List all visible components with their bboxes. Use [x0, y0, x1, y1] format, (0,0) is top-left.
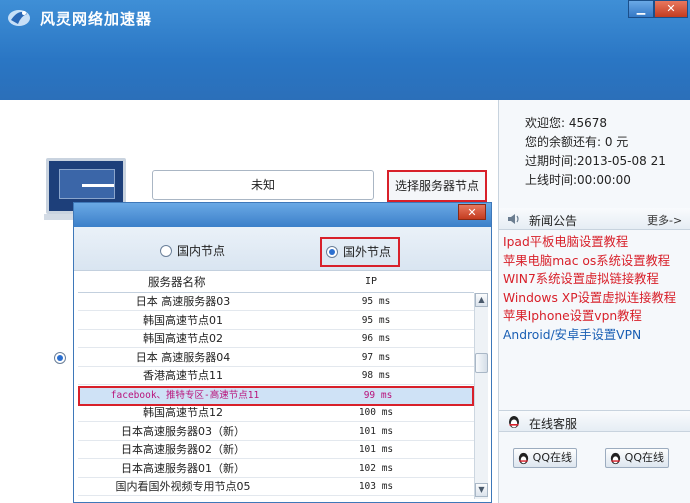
- server-name: 韩国高速节点01: [143, 313, 223, 327]
- qq-icon: [518, 452, 529, 465]
- server-name: 日本高速服务器02（新）: [121, 443, 245, 456]
- server-latency: 95 ms: [361, 314, 391, 326]
- server-name: 韩国高速节点02: [143, 332, 223, 345]
- monitor-bar: [82, 184, 114, 187]
- server-row[interactable]: 日本高速服务器01（新） 102 ms: [78, 460, 474, 478]
- server-latency: 103 ms: [358, 481, 394, 492]
- server-table-header: 服务器名称 IP: [78, 271, 474, 293]
- server-name: 日本高速服务器01（新）: [121, 461, 245, 475]
- server-row[interactable]: 日本高速服务器02（新） 101 ms: [78, 441, 474, 459]
- foreign-node-radio[interactable]: 国外节点: [320, 237, 400, 267]
- qq-online-label: QQ在线: [532, 451, 572, 464]
- radio-dot: [160, 245, 172, 257]
- server-name: 日本高速服务器03（新）: [121, 424, 245, 438]
- news-more-link[interactable]: 更多->: [647, 212, 682, 228]
- server-name: 日本 高速服务器03: [135, 295, 231, 308]
- server-latency: 96 ms: [361, 333, 391, 344]
- user-info: 欢迎您: 45678 您的余额还有: 0 元 过期时间:2013-05-08 2…: [525, 114, 666, 190]
- server-row[interactable]: 韩国高速节点02 96 ms: [78, 330, 474, 348]
- foreign-node-label: 国外节点: [343, 245, 392, 259]
- server-latency: 98 ms: [361, 370, 391, 381]
- server-row[interactable]: 国内看国外视频专用节点05 103 ms: [78, 478, 474, 496]
- connection-status-field: 未知: [152, 170, 374, 200]
- service-header: 在线客服: [499, 410, 690, 432]
- qq-online-button-1[interactable]: QQ在线: [513, 448, 577, 468]
- radio-dot: [326, 246, 338, 258]
- scroll-down-icon[interactable]: ▼: [475, 483, 488, 497]
- qq-online-label: QQ在线: [624, 451, 664, 464]
- domestic-node-label: 国内节点: [177, 244, 226, 258]
- server-latency: 102 ms: [358, 462, 394, 474]
- title-bar: 风灵网络加速器 ▁ ✕: [0, 0, 690, 100]
- news-title: 新闻公告: [529, 214, 578, 228]
- server-select-dialog: ✕ 国内节点 国外节点 服务器名称 IP 日本 高速服务器03 95 ms 韩国高速…: [73, 202, 492, 503]
- server-name: 韩国高速节点12: [143, 406, 223, 419]
- welcome-text: 欢迎您: 45678: [525, 116, 608, 130]
- scroll-up-icon[interactable]: ▲: [475, 293, 488, 307]
- column-ip: IP: [365, 276, 378, 287]
- server-list-scrollbar[interactable]: ▲ ▼: [474, 293, 488, 499]
- server-row[interactable]: 韩国高速节点01 95 ms: [78, 312, 474, 330]
- server-list: 日本 高速服务器03 95 ms 韩国高速节点01 95 ms 韩国高速节点02 96 m…: [78, 293, 474, 499]
- app-title: 风灵网络加速器: [40, 10, 153, 28]
- server-row-selected[interactable]: facebook、推特专区-高速节点11 99 ms: [78, 385, 474, 406]
- dialog-close-button[interactable]: ✕: [458, 204, 486, 220]
- online-time-text: 上线时间:00:00:00: [525, 173, 631, 187]
- server-row[interactable]: 香港高速节点11 98 ms: [78, 367, 474, 385]
- server-name: 国内看国外视频专用节点05: [115, 480, 251, 493]
- server-name: facebook、推特专区-高速节点11: [110, 389, 260, 401]
- qq-penguin-icon: [509, 416, 519, 428]
- news-item[interactable]: Ipad平板电脑设置教程: [503, 233, 676, 252]
- server-name: 香港高速节点11: [143, 369, 223, 382]
- news-item[interactable]: 苹果电脑mac os系统设置教程: [503, 252, 676, 271]
- qq-icon: [610, 452, 621, 465]
- domestic-node-radio[interactable]: 国内节点: [160, 239, 225, 265]
- server-latency: 101 ms: [358, 425, 394, 437]
- speaker-icon: [508, 214, 519, 224]
- expire-text: 过期时间:2013-05-08 21: [525, 154, 666, 168]
- server-row[interactable]: 日本高速服务器03（新） 101 ms: [78, 423, 474, 441]
- news-item[interactable]: Android/安卓手设置VPN: [503, 326, 676, 345]
- right-panel: 欢迎您: 45678 您的余额还有: 0 元 过期时间:2013-05-08 2…: [498, 100, 690, 503]
- server-row[interactable]: 日本 高速服务器04 97 ms: [78, 349, 474, 367]
- server-latency: 99 ms: [363, 389, 393, 401]
- minimize-button[interactable]: ▁: [628, 0, 654, 18]
- service-title: 在线客服: [529, 417, 578, 431]
- mode-radio[interactable]: [54, 352, 66, 364]
- server-name: 日本 高速服务器04: [135, 350, 231, 364]
- news-item[interactable]: Windows XP设置虚拟连接教程: [503, 289, 676, 308]
- monitor-screen: [59, 169, 115, 199]
- news-item[interactable]: 苹果Iphone设置vpn教程: [503, 307, 676, 326]
- server-row[interactable]: 日本 高速服务器03 95 ms: [78, 293, 474, 311]
- dialog-title-bar: ✕: [74, 203, 491, 227]
- column-server-name: 服务器名称: [148, 275, 206, 289]
- scroll-thumb[interactable]: [475, 353, 488, 373]
- qq-online-button-2[interactable]: QQ在线: [605, 448, 669, 468]
- select-server-button[interactable]: 选择服务器节点: [387, 170, 487, 202]
- balance-text: 您的余额还有: 0 元: [525, 135, 629, 149]
- server-latency: 95 ms: [361, 296, 391, 307]
- app-logo-icon: [8, 10, 30, 26]
- server-row[interactable]: 韩国高速节点12 100 ms: [78, 404, 474, 422]
- close-button[interactable]: ✕: [654, 0, 688, 18]
- server-latency: 101 ms: [358, 444, 394, 455]
- news-item[interactable]: WIN7系统设置虚拟链接教程: [503, 270, 676, 289]
- news-header: 新闻公告 更多->: [499, 208, 690, 230]
- news-list: Ipad平板电脑设置教程 苹果电脑mac os系统设置教程 WIN7系统设置虚拟链接…: [503, 233, 676, 344]
- node-region-tabs: 国内节点 国外节点: [74, 227, 491, 271]
- server-latency: 100 ms: [358, 407, 394, 418]
- server-latency: 97 ms: [361, 351, 391, 363]
